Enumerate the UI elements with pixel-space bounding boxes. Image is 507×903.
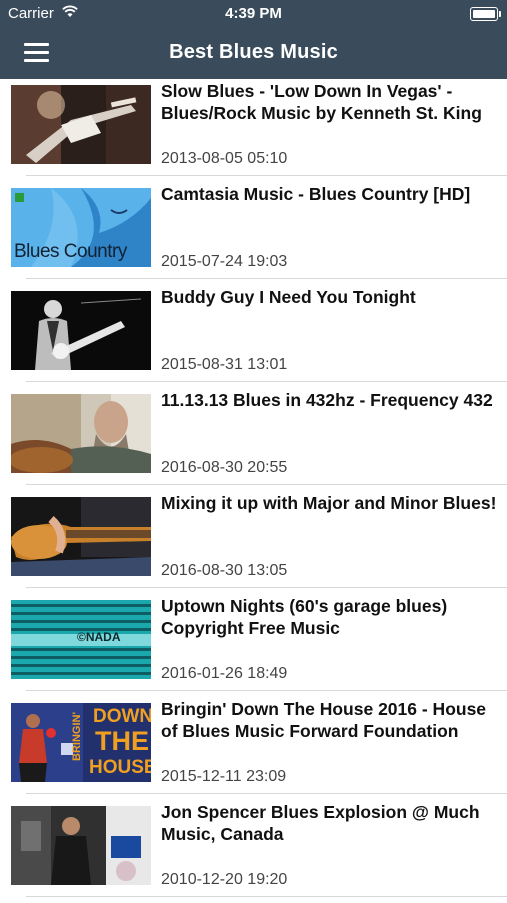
video-date: 2016-08-30 13:05 — [161, 562, 288, 579]
thumbnail-text-line: HOUSE — [89, 757, 151, 778]
row-divider — [26, 278, 507, 279]
row-divider — [26, 381, 507, 382]
row-divider — [26, 896, 507, 897]
video-title: Slow Blues - 'Low Down In Vegas' - Blues… — [161, 81, 482, 123]
video-title: Jon Spencer Blues Explosion @ Much Music… — [161, 802, 480, 844]
row-divider — [26, 484, 507, 485]
navigation-bar: Best Blues Music — [0, 27, 507, 79]
video-title: Bringin' Down The House 2016 - House of … — [161, 699, 487, 741]
row-divider — [26, 587, 507, 588]
video-thumbnail — [11, 291, 151, 370]
video-thumbnail: ©NADA — [11, 600, 151, 679]
video-thumbnail — [11, 497, 151, 576]
thumbnail-text-line: DOWN — [93, 706, 151, 727]
video-thumbnail — [11, 806, 151, 885]
thumbnail-vertical-text: BRINGIN' — [71, 711, 83, 761]
video-row[interactable]: Buddy Guy I Need You Tonight 2015-08-31 … — [0, 285, 507, 388]
video-row[interactable]: ©NADA Uptown Nights (60's garage blues) … — [0, 594, 507, 697]
row-divider — [26, 793, 507, 794]
video-title: Camtasia Music - Blues Country [HD] — [161, 184, 471, 204]
video-thumbnail — [11, 394, 151, 473]
status-bar: Carrier 4:39 PM — [0, 0, 507, 27]
video-thumbnail — [11, 85, 151, 164]
row-divider — [26, 690, 507, 691]
video-thumbnail: Blues Country — [11, 188, 151, 267]
video-title: Buddy Guy I Need You Tonight — [161, 287, 416, 307]
video-date: 2016-08-30 20:55 — [161, 459, 288, 476]
battery-icon — [470, 7, 501, 21]
video-row[interactable]: Blues Country Camtasia Music - Blues Cou… — [0, 182, 507, 285]
page-title: Best Blues Music — [169, 41, 338, 63]
row-divider — [26, 175, 507, 176]
thumbnail-logo: ©NADA — [77, 630, 121, 644]
video-row[interactable]: Jon Spencer Blues Explosion @ Much Music… — [0, 800, 507, 903]
thumbnail-caption: Blues Country — [14, 241, 127, 262]
video-thumbnail: BRINGIN' DOWN THE HOUSE — [11, 703, 151, 782]
video-date: 2013-08-05 05:10 — [161, 150, 288, 167]
status-time: 4:39 PM — [225, 5, 282, 22]
video-row[interactable]: 11.13.13 Blues in 432hz - Frequency 432 … — [0, 388, 507, 491]
video-date: 2015-12-11 23:09 — [161, 768, 287, 785]
video-title: Mixing it up with Major and Minor Blues! — [161, 493, 497, 513]
video-title: 11.13.13 Blues in 432hz - Frequency 432 — [161, 390, 493, 410]
video-title: Uptown Nights (60's garage blues) Copyri… — [161, 596, 448, 638]
video-row[interactable]: Slow Blues - 'Low Down In Vegas' - Blues… — [0, 79, 507, 182]
video-date: 2015-08-31 13:01 — [161, 356, 288, 373]
video-date: 2016-01-26 18:49 — [161, 665, 288, 682]
video-date: 2010-12-20 19:20 — [161, 871, 288, 888]
video-date: 2015-07-24 19:03 — [161, 253, 288, 270]
video-row[interactable]: Mixing it up with Major and Minor Blues!… — [0, 491, 507, 594]
thumbnail-text-line: THE — [95, 726, 149, 756]
video-row[interactable]: BRINGIN' DOWN THE HOUSE Bringin' Down Th… — [0, 697, 507, 800]
